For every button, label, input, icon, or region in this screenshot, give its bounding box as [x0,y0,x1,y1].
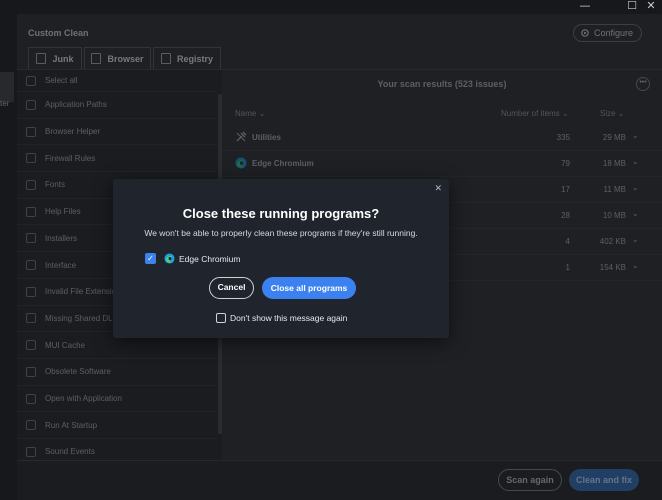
dialog-description: We won't be able to properly clean these… [144,228,418,238]
dont-show-again-checkbox[interactable] [216,313,226,323]
window-titlebar: — ☐ ✕ [0,0,662,14]
app-window: — ☐ ✕ ter Custom Clean Configure Junk Br… [0,0,662,500]
close-programs-dialog: ✕ Close these running programs? We won't… [113,179,449,338]
dialog-close-icon[interactable]: ✕ [434,184,442,194]
dialog-title: Close these running programs? [182,206,380,221]
close-window-button[interactable]: ✕ [640,0,662,14]
edge-icon [164,253,175,264]
cancel-button[interactable]: Cancel [209,277,254,299]
program-name: Edge Chromium [179,254,241,264]
close-all-programs-button[interactable]: Close all programs [262,277,356,299]
minimize-button[interactable]: — [574,0,596,14]
dont-show-again-label: Don't show this message again [230,313,348,323]
program-checkbox[interactable]: ✓ [145,253,156,264]
